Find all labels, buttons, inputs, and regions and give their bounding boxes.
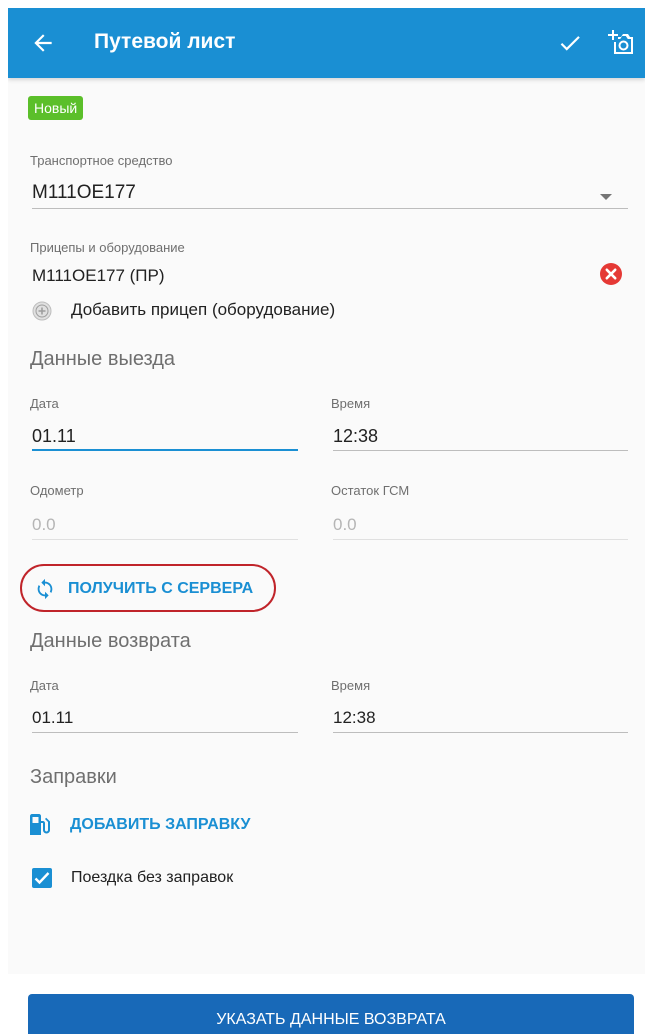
fuel-remaining-field[interactable]: 0.0 — [333, 515, 357, 535]
return-date-label: Дата — [30, 678, 59, 693]
no-refuel-label: Поездка без заправок — [71, 869, 234, 886]
add-circle-icon — [32, 301, 52, 321]
odometer-underline — [32, 539, 298, 540]
fuel-remaining-label: Остаток ГСМ — [331, 483, 410, 498]
departure-date-label: Дата — [30, 396, 59, 411]
app-bar: Путевой лист — [8, 8, 645, 78]
arrow-left-icon[interactable] — [30, 30, 56, 56]
chevron-down-icon[interactable] — [600, 194, 612, 200]
departure-date-underline — [32, 449, 298, 451]
check-icon[interactable] — [556, 30, 584, 56]
checkmark-icon — [34, 872, 50, 885]
add-trailer-button[interactable]: Добавить прицеп (оборудование) — [32, 298, 362, 324]
return-time-field[interactable]: 12:38 — [333, 708, 376, 728]
add-refuel-label: ДОБАВИТЬ ЗАПРАВКУ — [70, 816, 251, 833]
return-time-underline — [333, 732, 628, 733]
page-title: Путевой лист — [94, 30, 236, 53]
departure-date-field[interactable]: 01.11 — [32, 426, 76, 447]
vehicle-label: Транспортное средство — [30, 153, 173, 168]
refuels-section-title: Заправки — [30, 766, 117, 788]
trailer-item: М111ОЕ177 (ПР) — [32, 266, 165, 285]
get-from-server-label: ПОЛУЧИТЬ С СЕРВЕРА — [68, 580, 254, 597]
return-date-field[interactable]: 01.11 — [32, 708, 73, 728]
departure-section-title: Данные выезда — [30, 348, 176, 370]
refresh-icon — [37, 578, 53, 600]
departure-time-field[interactable]: 12:38 — [333, 426, 378, 447]
add-refuel-button[interactable]: ДОБАВИТЬ ЗАПРАВКУ — [28, 808, 288, 842]
return-time-label: Время — [331, 678, 371, 693]
vehicle-select-underline — [32, 208, 628, 209]
no-refuel-checkbox[interactable] — [32, 868, 52, 888]
departure-time-underline — [333, 450, 628, 451]
remove-circle-icon[interactable] — [599, 262, 623, 286]
odometer-label: Одометр — [30, 483, 84, 498]
gas-station-icon — [30, 814, 50, 835]
return-section-title: Данные возврата — [30, 630, 191, 652]
fuel-remaining-underline — [333, 539, 628, 540]
departure-time-label: Время — [331, 396, 371, 411]
add-photo-icon[interactable] — [605, 28, 635, 58]
status-badge: Новый — [28, 96, 84, 120]
trailers-label: Прицепы и оборудование — [30, 240, 185, 255]
add-trailer-label: Добавить прицеп (оборудование) — [71, 300, 336, 319]
get-from-server-button[interactable]: ПОЛУЧИТЬ С СЕРВЕРА — [20, 564, 276, 612]
set-return-data-button[interactable]: УКАЗАТЬ ДАННЫЕ ВОЗВРАТА — [28, 994, 634, 1034]
odometer-field[interactable]: 0.0 — [32, 515, 56, 535]
app-frame: Путевой лист Новый Транспортное средство… — [8, 8, 645, 1034]
vehicle-select-value[interactable]: М111ОЕ177 — [32, 182, 136, 204]
return-date-underline — [32, 732, 298, 733]
